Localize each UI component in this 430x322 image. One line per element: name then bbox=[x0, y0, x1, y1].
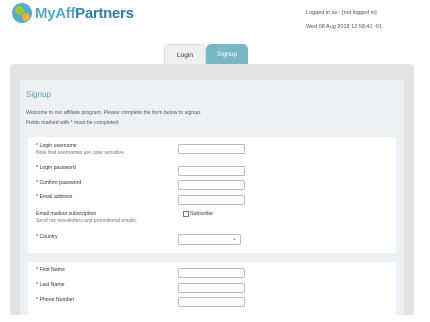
login-status: Logged in as : [not logged in] Wed 08 Au… bbox=[306, 6, 382, 34]
email-input[interactable] bbox=[178, 195, 245, 205]
country-select[interactable]: ⌄ bbox=[178, 234, 241, 245]
tab-login[interactable]: Login bbox=[164, 44, 206, 65]
chevron-down-icon: ⌄ bbox=[231, 236, 237, 242]
confirm-password-input[interactable] bbox=[178, 180, 245, 190]
signup-card: Signup Welcome to our affiliate program.… bbox=[20, 80, 404, 322]
last-name-input[interactable] bbox=[178, 283, 245, 293]
field-phone-label: * Phone Number bbox=[36, 297, 75, 303]
datetime-text: Wed 08 Aug 2018 12:58:41 -01 bbox=[305, 24, 382, 30]
field-subscription-label: Email mailout subscription Send me newsl… bbox=[36, 211, 138, 224]
account-section: * Login username Note that usernames are… bbox=[28, 137, 396, 253]
logo[interactable]: MyAffPartners bbox=[12, 3, 134, 23]
subscribe-label: Subscribe bbox=[190, 211, 214, 217]
subscribe-checkbox[interactable] bbox=[183, 211, 189, 217]
field-last-name-label: * Last Name bbox=[36, 282, 65, 288]
username-input[interactable] bbox=[178, 144, 245, 154]
field-username-label: * Login username Note that usernames are… bbox=[36, 143, 126, 156]
personal-section: * First Name * Last Name * Phone Number bbox=[28, 262, 396, 322]
subscription-hint: Send me newsletters and promotional emai… bbox=[36, 218, 138, 224]
intro-line-2: Fields marked with * must be completed. bbox=[26, 120, 120, 126]
page-title: Signup bbox=[26, 90, 51, 99]
subscribe-option[interactable]: Subscribe bbox=[183, 211, 213, 217]
logo-icon bbox=[12, 3, 32, 23]
intro-line-1: Welcome to our affiliate program. Please… bbox=[26, 110, 202, 116]
field-password-label: * Login password bbox=[36, 165, 76, 171]
first-name-input[interactable] bbox=[178, 268, 245, 278]
tab-bar: Login Signup bbox=[164, 44, 248, 65]
field-email-label: * Email address bbox=[36, 194, 73, 200]
username-hint: Note that usernames are case sensitive. bbox=[36, 150, 126, 156]
field-confirm-password-label: * Confirm password bbox=[36, 180, 82, 186]
brand-name: MyAffPartners bbox=[35, 4, 134, 22]
field-first-name-label: * First Name bbox=[36, 267, 65, 273]
header: MyAffPartners Logged in as : [not logged… bbox=[0, 0, 430, 46]
password-input[interactable] bbox=[178, 166, 245, 176]
phone-input[interactable] bbox=[178, 297, 245, 307]
intro-text: Welcome to our affiliate program. Please… bbox=[26, 108, 201, 128]
logged-in-text: Logged in as : [not logged in] bbox=[305, 10, 377, 16]
field-country-label: * Country bbox=[36, 234, 58, 240]
tab-signup[interactable]: Signup bbox=[206, 44, 248, 65]
